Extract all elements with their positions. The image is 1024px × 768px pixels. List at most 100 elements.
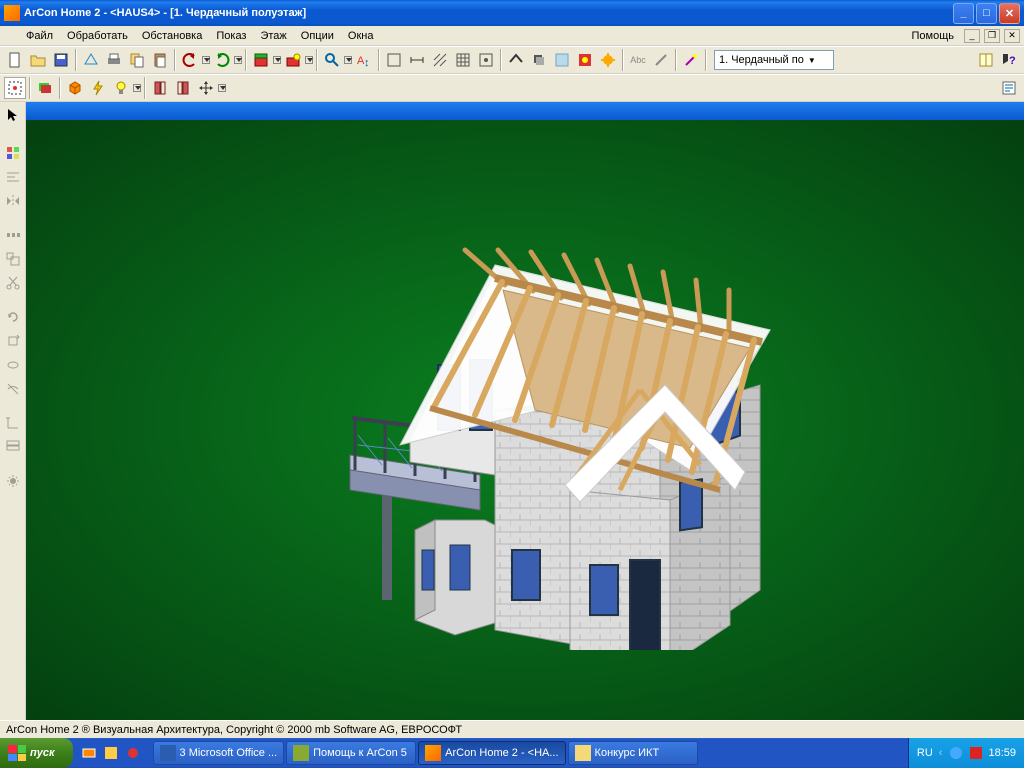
transparency-button[interactable] xyxy=(551,49,573,71)
info-button[interactable] xyxy=(998,77,1020,99)
distribute-tool[interactable] xyxy=(2,224,24,246)
menu-options[interactable]: Опции xyxy=(295,28,340,44)
hatching-button[interactable] xyxy=(429,49,451,71)
text-size-button[interactable]: A↕ xyxy=(353,49,375,71)
context-help-button[interactable]: ? xyxy=(998,49,1020,71)
paste-button[interactable] xyxy=(149,49,171,71)
mirror-tool[interactable] xyxy=(2,190,24,212)
flip-tool[interactable] xyxy=(2,378,24,400)
menu-windows[interactable]: Окна xyxy=(342,28,380,44)
new-button[interactable] xyxy=(4,49,26,71)
layers-panel-tool[interactable] xyxy=(2,436,24,458)
library-button[interactable] xyxy=(250,49,272,71)
group-tool[interactable] xyxy=(2,142,24,164)
quick-launch-2[interactable] xyxy=(101,743,121,763)
undo-button[interactable] xyxy=(179,49,201,71)
grid-button[interactable] xyxy=(452,49,474,71)
maximize-button[interactable]: □ xyxy=(976,3,997,24)
save-button[interactable] xyxy=(50,49,72,71)
quick-launch-3[interactable] xyxy=(123,743,143,763)
open-button[interactable] xyxy=(27,49,49,71)
floor-selector[interactable]: 1. Чердачный по ▼ xyxy=(714,50,834,70)
dimensions-button[interactable] xyxy=(406,49,428,71)
tray-icon-2[interactable] xyxy=(968,745,984,761)
library-dropdown-icon[interactable] xyxy=(273,56,281,64)
rotate-90-tool[interactable] xyxy=(2,330,24,352)
mdi-restore-button[interactable]: ❐ xyxy=(984,29,1000,43)
object-button[interactable] xyxy=(282,49,304,71)
taskbar-arcon[interactable]: ArCon Home 2 - <HA... xyxy=(418,741,565,765)
undo-dropdown-icon[interactable] xyxy=(202,56,210,64)
perspective-button[interactable] xyxy=(80,49,102,71)
menu-help[interactable]: Помощь xyxy=(906,28,961,44)
help-book-button[interactable] xyxy=(975,49,997,71)
menu-floor[interactable]: Этаж xyxy=(254,28,292,44)
minimize-button[interactable]: _ xyxy=(953,3,974,24)
clock[interactable]: 18:59 xyxy=(988,747,1016,759)
shadow-button[interactable] xyxy=(528,49,550,71)
zoom-dropdown-icon[interactable] xyxy=(344,56,352,64)
workspace xyxy=(0,102,1024,720)
cut-tool[interactable] xyxy=(2,272,24,294)
door-open-button[interactable] xyxy=(149,77,171,99)
3d-button[interactable] xyxy=(64,77,86,99)
walls-button[interactable] xyxy=(383,49,405,71)
3d-viewport[interactable] xyxy=(26,120,1024,720)
rotate-free-tool[interactable] xyxy=(2,354,24,376)
move-button[interactable] xyxy=(195,77,217,99)
quick-launch-1[interactable] xyxy=(79,743,99,763)
menu-file[interactable]: Файл xyxy=(20,28,59,44)
selection-mode-button[interactable] xyxy=(4,77,26,99)
layers-button[interactable] xyxy=(34,77,56,99)
scale-tool[interactable] xyxy=(2,248,24,270)
measure-tool[interactable] xyxy=(2,412,24,434)
language-indicator[interactable]: RU xyxy=(917,747,933,759)
quick-launch xyxy=(79,743,143,763)
print-button[interactable] xyxy=(103,49,125,71)
tray-icon-1[interactable] xyxy=(948,745,964,761)
copy-button[interactable] xyxy=(126,49,148,71)
lightning-button[interactable] xyxy=(87,77,109,99)
snap-button[interactable] xyxy=(475,49,497,71)
text-button[interactable]: Abc xyxy=(627,49,649,71)
menu-furnishing[interactable]: Обстановка xyxy=(136,28,208,44)
status-bar: ArCon Home 2 ® Визуальная Архитектура, C… xyxy=(0,720,1024,738)
object-dropdown-icon[interactable] xyxy=(305,56,313,64)
light-settings-button[interactable] xyxy=(110,77,132,99)
system-tray[interactable]: RU ‹ 18:59 xyxy=(908,738,1024,768)
close-button[interactable]: ✕ xyxy=(999,3,1020,24)
main-toolbar: A↕ Abc 1. Чердачный по ▼ ? xyxy=(0,46,1024,74)
redo-dropdown-icon[interactable] xyxy=(234,56,242,64)
menu-view[interactable]: Показ xyxy=(210,28,252,44)
svg-text:↕: ↕ xyxy=(364,57,370,68)
taskbar-word[interactable]: 3 Microsoft Office ... xyxy=(153,741,285,765)
raytrace-button[interactable] xyxy=(597,49,619,71)
menu-edit[interactable]: Обработать xyxy=(61,28,134,44)
light-dropdown-icon[interactable] xyxy=(133,84,141,92)
sun-tool[interactable] xyxy=(2,470,24,492)
move-dropdown-icon[interactable] xyxy=(218,84,226,92)
floor-selector-value: 1. Чердачный по xyxy=(719,54,804,66)
zoom-button[interactable] xyxy=(321,49,343,71)
render-button[interactable] xyxy=(574,49,596,71)
rotate-tool[interactable] xyxy=(2,306,24,328)
house-model xyxy=(270,190,780,650)
document-title-bar[interactable] xyxy=(26,102,1024,120)
roof-button[interactable] xyxy=(505,49,527,71)
start-button[interactable]: пуск xyxy=(0,738,73,768)
pointer-tool[interactable] xyxy=(2,104,24,126)
dimension-tool-button[interactable] xyxy=(650,49,672,71)
align-tool[interactable] xyxy=(2,166,24,188)
door-close-button[interactable] xyxy=(172,77,194,99)
redo-button[interactable] xyxy=(211,49,233,71)
menu-bar: Файл Обработать Обстановка Показ Этаж Оп… xyxy=(0,26,1024,46)
mdi-close-button[interactable]: ✕ xyxy=(1004,29,1020,43)
mdi-minimize-button[interactable]: _ xyxy=(964,29,980,43)
tray-expand-icon[interactable]: ‹ xyxy=(939,747,943,759)
taskbar: пуск 3 Microsoft Office ... Помощь к ArC… xyxy=(0,738,1024,768)
windows-logo-icon xyxy=(8,745,26,761)
taskbar-help[interactable]: Помощь к ArCon 5 xyxy=(286,741,416,765)
taskbar-folder[interactable]: Конкурс ИКТ xyxy=(568,741,698,765)
wizard-button[interactable] xyxy=(680,49,702,71)
view-area xyxy=(26,102,1024,720)
